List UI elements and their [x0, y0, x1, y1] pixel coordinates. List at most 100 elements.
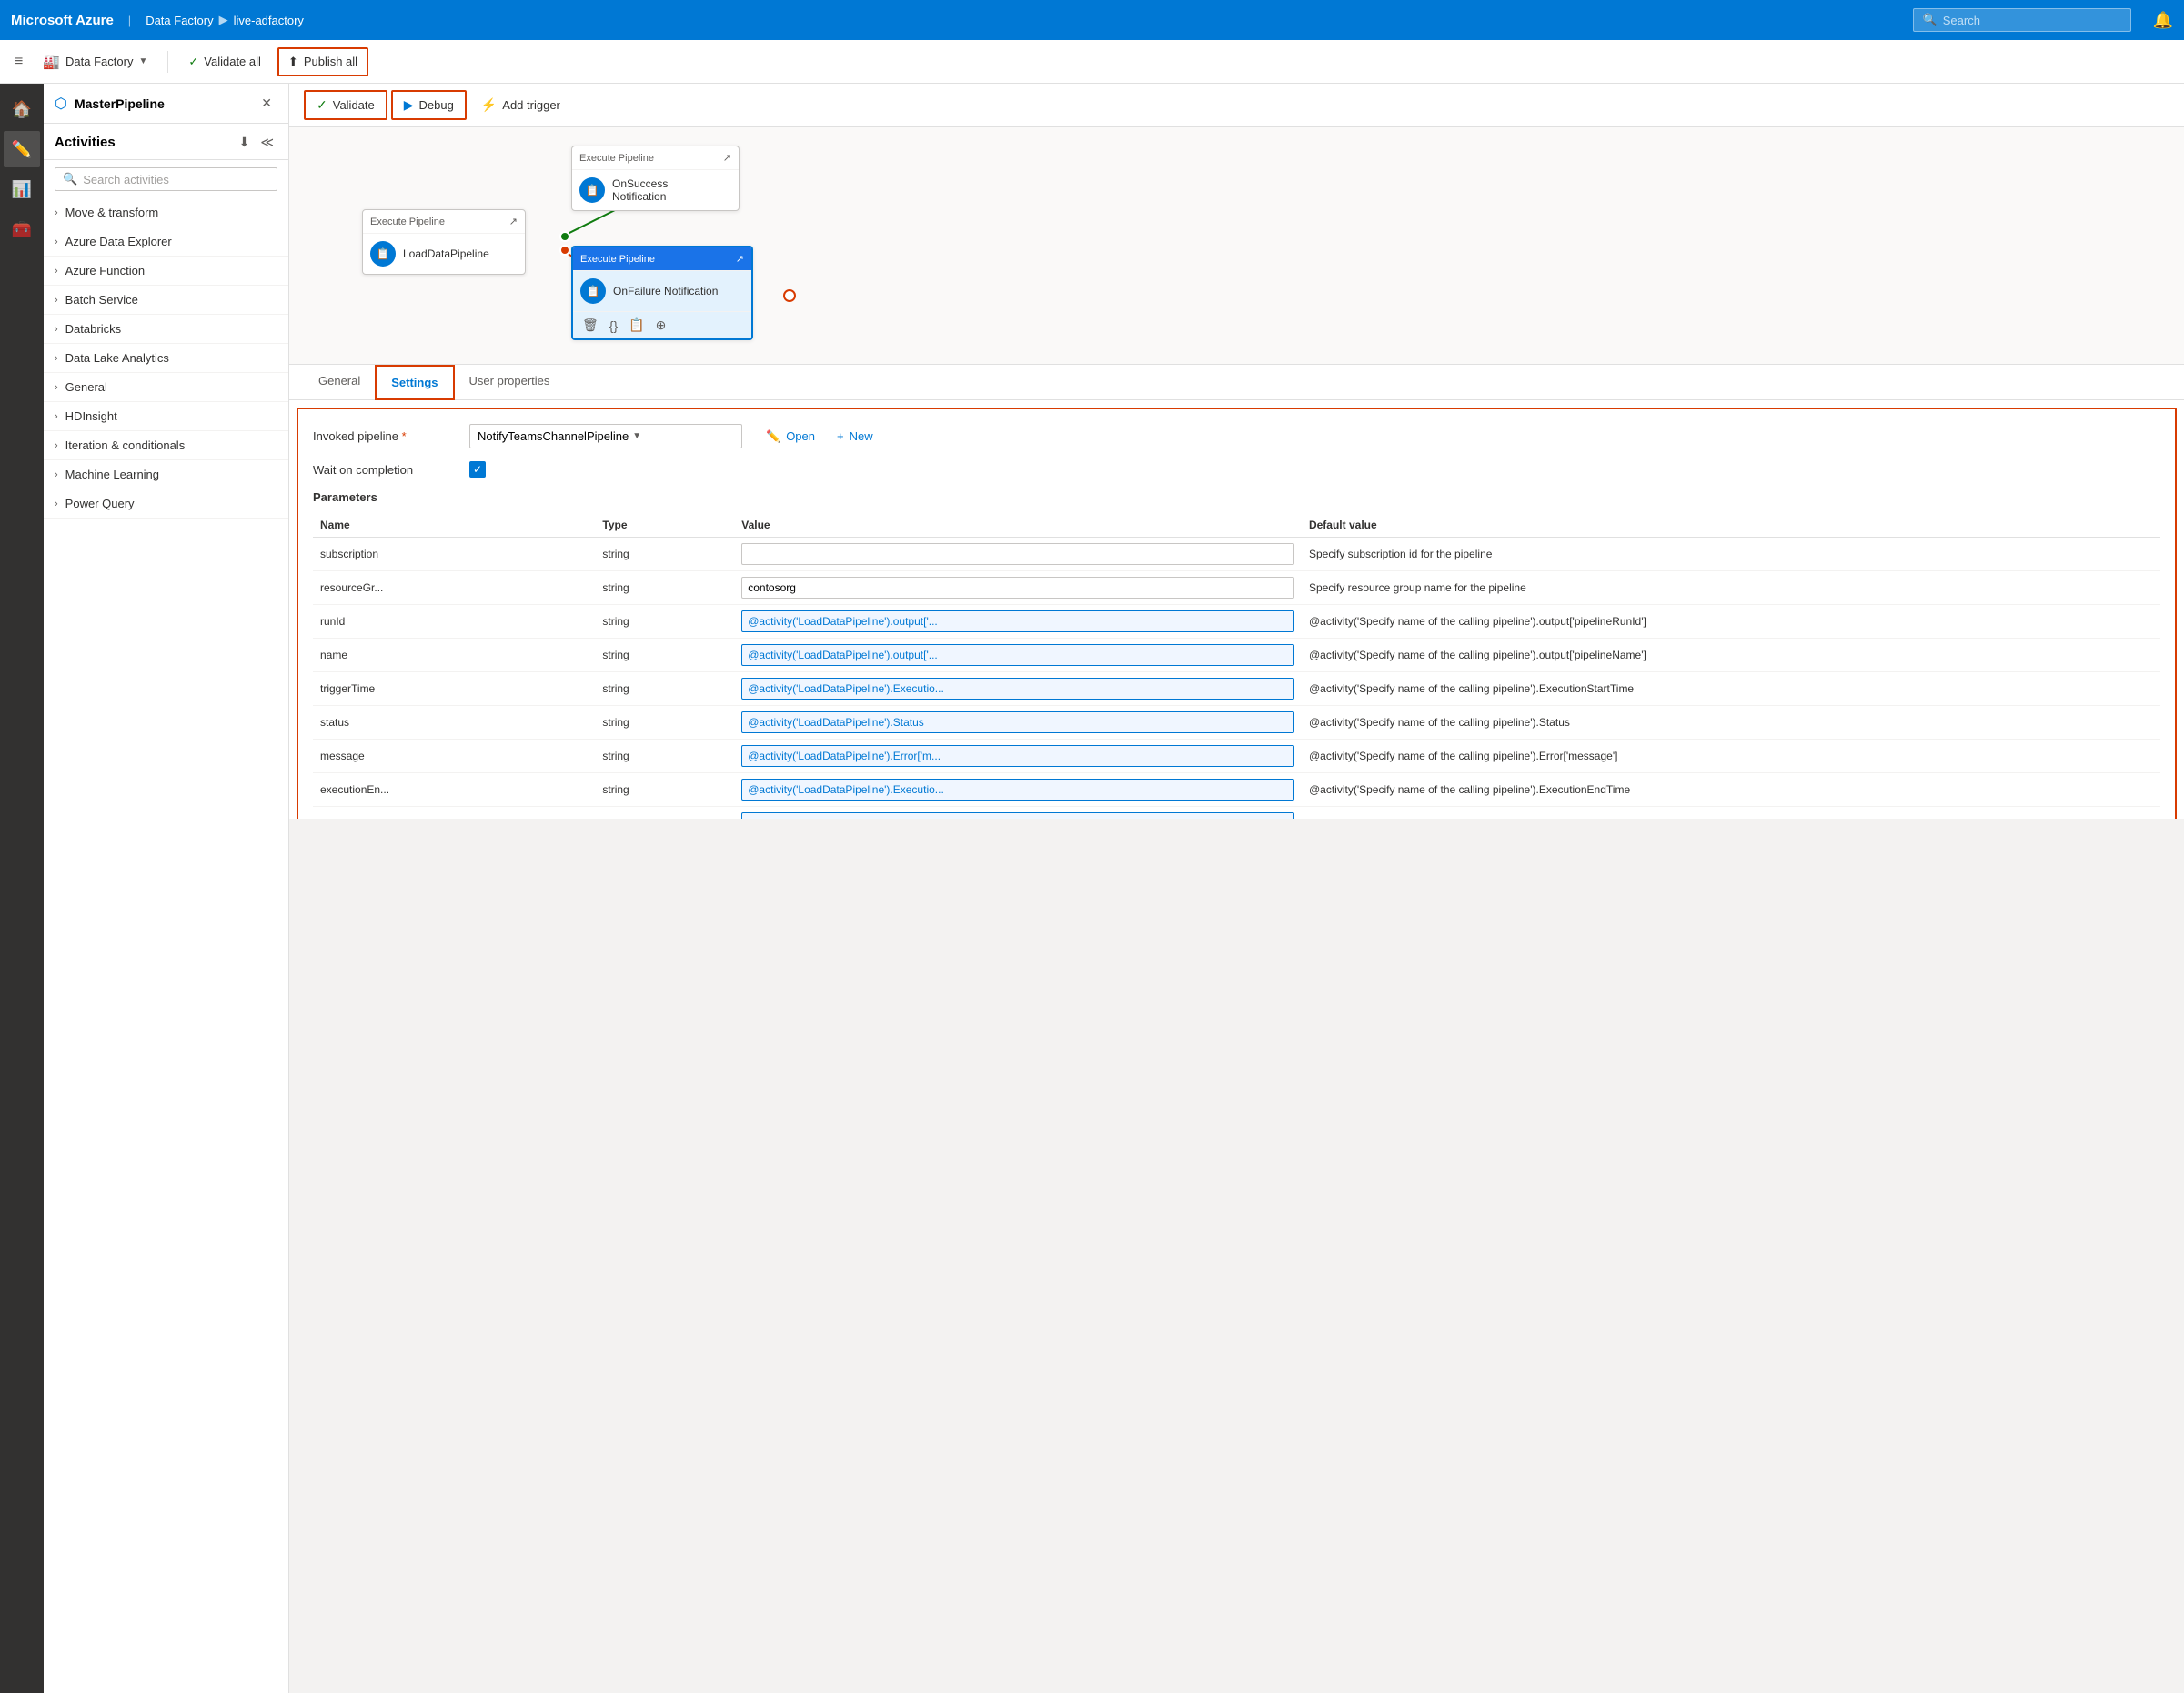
settings-tab-bar: General Settings User properties: [289, 365, 2184, 400]
col-value-header: Value: [734, 513, 1302, 538]
brand-separator: |: [128, 14, 131, 27]
node2-external-link-icon[interactable]: ↗: [723, 152, 731, 164]
param-value-cell[interactable]: [734, 706, 1302, 740]
wait-checkbox[interactable]: ✓: [469, 461, 486, 478]
param-value-cell[interactable]: [734, 605, 1302, 639]
dropdown-chevron-icon: ▼: [632, 431, 734, 441]
global-search-input[interactable]: [1943, 14, 2121, 27]
param-type-cell: string: [595, 571, 734, 605]
activity-label: Power Query: [65, 497, 135, 510]
activity-item-4[interactable]: › Databricks: [44, 315, 288, 344]
collapse-activities-button[interactable]: ⬇: [236, 133, 254, 152]
pipeline-dropdown-control[interactable]: NotifyTeamsChannelPipeline ▼: [469, 424, 742, 448]
activity-item-2[interactable]: › Azure Function: [44, 257, 288, 286]
activity-item-10[interactable]: › Power Query: [44, 489, 288, 519]
load-data-pipeline-node[interactable]: Execute Pipeline ↗ 📋 LoadDataPipeline: [362, 209, 526, 275]
node3-copy-button[interactable]: 📋: [627, 316, 646, 335]
monitor-icon-btn[interactable]: 📊: [4, 171, 40, 207]
tab-user-properties[interactable]: User properties: [455, 365, 565, 399]
param-value-input[interactable]: [741, 779, 1294, 801]
activity-item-7[interactable]: › HDInsight: [44, 402, 288, 431]
param-value-input[interactable]: [741, 678, 1294, 700]
param-value-cell[interactable]: [734, 538, 1302, 571]
activity-label: Iteration & conditionals: [65, 438, 186, 452]
param-default-cell: @activity('Specify name of the calling p…: [1302, 740, 2160, 773]
param-value-cell[interactable]: [734, 773, 1302, 807]
dropdown-arrow-icon: ▼: [138, 56, 147, 66]
activity-label: Databricks: [65, 322, 121, 336]
pipeline-action-buttons: ✏️ Open + New: [760, 426, 879, 448]
validate-button[interactable]: ✓ Validate: [304, 90, 387, 120]
param-type-cell: string: [595, 706, 734, 740]
breadcrumb-factory-name[interactable]: live-adfactory: [234, 14, 304, 27]
validate-check-icon: ✓: [317, 97, 327, 113]
publish-all-button[interactable]: ⬆ Publish all: [277, 47, 368, 76]
close-panel-button[interactable]: ✕: [256, 94, 277, 113]
param-value-input[interactable]: [741, 812, 1294, 819]
activity-item-5[interactable]: › Data Lake Analytics: [44, 344, 288, 373]
edit-icon-btn[interactable]: ✏️: [4, 131, 40, 167]
expand-activities-button[interactable]: ≪: [257, 133, 277, 152]
add-trigger-button[interactable]: ⚡ Add trigger: [470, 92, 571, 118]
param-value-cell[interactable]: [734, 571, 1302, 605]
chevron-icon: ›: [55, 411, 58, 422]
activity-item-1[interactable]: › Azure Data Explorer: [44, 227, 288, 257]
param-value-cell[interactable]: [734, 807, 1302, 820]
param-value-input[interactable]: [741, 610, 1294, 632]
table-row: runDuration string @activity('Specify na…: [313, 807, 2160, 820]
activity-item-0[interactable]: › Move & transform: [44, 198, 288, 227]
param-value-input[interactable]: [741, 711, 1294, 733]
activities-search-box[interactable]: 🔍: [55, 167, 277, 191]
tab-general[interactable]: General: [304, 365, 375, 399]
breadcrumb-data-factory[interactable]: Data Factory: [146, 14, 213, 27]
tab-settings[interactable]: Settings: [375, 365, 454, 400]
node3-header: Execute Pipeline ↗: [573, 247, 751, 271]
activity-item-8[interactable]: › Iteration & conditionals: [44, 431, 288, 460]
param-value-cell[interactable]: [734, 672, 1302, 706]
checkmark-symbol: ✓: [473, 463, 482, 476]
param-value-input[interactable]: [741, 577, 1294, 599]
param-value-cell[interactable]: [734, 740, 1302, 773]
chevron-icon: ›: [55, 295, 58, 306]
activity-item-3[interactable]: › Batch Service: [44, 286, 288, 315]
collapse-button[interactable]: ≡: [11, 50, 26, 74]
param-name-cell: resourceGr...: [313, 571, 595, 605]
table-row: resourceGr... string Specify resource gr…: [313, 571, 2160, 605]
chevron-icon: ›: [55, 324, 58, 335]
node3-external-link-icon[interactable]: ↗: [736, 253, 744, 265]
node3-code-button[interactable]: {}: [608, 316, 619, 335]
activities-search-input[interactable]: [83, 173, 269, 186]
home-icon-btn[interactable]: 🏠: [4, 91, 40, 127]
param-value-input[interactable]: [741, 644, 1294, 666]
onfailure-notification-node[interactable]: Execute Pipeline ↗ 📋 OnFailure Notificat…: [571, 246, 753, 340]
param-name-cell: name: [313, 639, 595, 672]
onsuccess-notification-node[interactable]: Execute Pipeline ↗ 📋 OnSuccessNotificati…: [571, 146, 740, 211]
activity-item-6[interactable]: › General: [44, 373, 288, 402]
node1-external-link-icon[interactable]: ↗: [509, 216, 518, 227]
param-value-input[interactable]: [741, 745, 1294, 767]
open-pipeline-button[interactable]: ✏️ Open: [760, 426, 820, 448]
global-search-box[interactable]: 🔍: [1913, 8, 2131, 32]
node3-add-button[interactable]: ⊕: [654, 316, 669, 335]
canvas-toolbar: ✓ Validate ▶ Debug ⚡ Add trigger: [289, 84, 2184, 127]
validate-all-button[interactable]: ✓ Validate all: [179, 49, 270, 75]
wait-label: Wait on completion: [313, 463, 458, 477]
param-name-cell: status: [313, 706, 595, 740]
debug-button[interactable]: ▶ Debug: [391, 90, 467, 120]
debug-play-icon: ▶: [404, 97, 414, 113]
node3-delete-button[interactable]: 🗑: [580, 316, 600, 335]
param-value-cell[interactable]: [734, 639, 1302, 672]
table-row: executionEn... string @activity('Specify…: [313, 773, 2160, 807]
invoked-pipeline-dropdown[interactable]: NotifyTeamsChannelPipeline ▼: [469, 424, 742, 448]
activity-label: Azure Function: [65, 264, 145, 277]
toolbox-icon-btn[interactable]: 🧰: [4, 211, 40, 247]
panel-header: ⬡ MasterPipeline ✕: [44, 84, 288, 124]
activities-header: Activities ⬇ ≪: [44, 124, 288, 160]
node2-label: OnSuccessNotification: [612, 177, 668, 203]
notification-icon[interactable]: 🔔: [2153, 11, 2173, 30]
content-area: ✓ Validate ▶ Debug ⚡ Add trigger: [289, 84, 2184, 1693]
new-pipeline-button[interactable]: + New: [831, 426, 879, 447]
activity-item-9[interactable]: › Machine Learning: [44, 460, 288, 489]
data-factory-nav-item[interactable]: 🏭 Data Factory ▼: [34, 48, 156, 76]
param-value-input[interactable]: [741, 543, 1294, 565]
